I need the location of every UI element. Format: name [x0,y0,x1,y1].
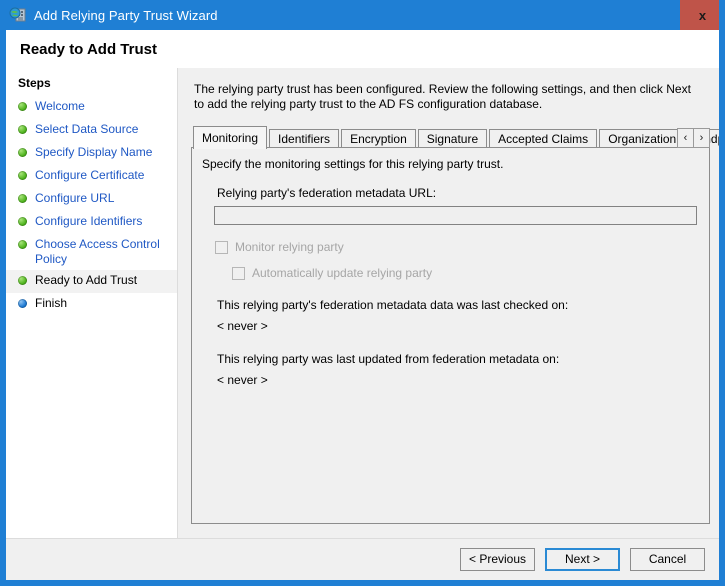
sidebar-item-finish[interactable]: Finish [6,293,177,316]
tab-encryption[interactable]: Encryption [341,129,416,148]
tab-monitoring[interactable]: Monitoring [193,126,268,149]
intro-text: The relying party trust has been configu… [194,82,691,111]
tab-scroll-buttons: ‹ › [677,128,710,148]
step-bullet-icon [18,276,27,285]
sidebar-item-label: Select Data Source [35,122,139,136]
monitor-relying-party-label: Monitor relying party [235,240,344,254]
monitor-relying-party-checkbox[interactable] [215,240,228,254]
monitoring-instruction: Specify the monitoring settings for this… [202,157,504,171]
step-bullet-icon [18,171,27,180]
window-title: Add Relying Party Trust Wizard [34,7,218,23]
tab-organization[interactable]: Organization [599,129,686,148]
content-pane: The relying party trust has been configu… [178,68,719,580]
steps-heading: Steps [18,76,51,90]
sidebar-item-label: Choose Access Control Policy [35,237,160,266]
auto-update-relying-party-label: Automatically update relying party [252,266,433,280]
federation-metadata-url-label: Relying party's federation metadata URL: [217,186,437,200]
cancel-button[interactable]: Cancel [630,548,705,571]
sidebar-item-label: Specify Display Name [35,145,153,159]
wizard-window: Add Relying Party Trust Wizard x Ready t… [0,0,725,586]
settings-tab-control: Monitoring Identifiers Encryption Signat… [191,125,719,525]
sidebar-item-specify-display-name[interactable]: Specify Display Name [6,142,177,165]
title-bar: Add Relying Party Trust Wizard x [6,0,719,30]
sidebar-item-label: Finish [35,296,68,310]
last-checked-label: This relying party's federation metadata… [217,298,569,312]
step-bullet-icon [18,217,27,226]
wizard-body: Steps Welcome Select Data Source Specify… [6,68,719,580]
tab-signature[interactable]: Signature [417,129,488,148]
tab-scroll-left-icon[interactable]: ‹ [677,128,694,148]
adfs-relying-party-icon [9,6,27,24]
step-bullet-icon [18,240,27,249]
sidebar-item-select-data-source[interactable]: Select Data Source [6,119,177,142]
tab-strip: Monitoring Identifiers Encryption Signat… [191,125,719,149]
footer-button-group: < Previous Next > Cancel [460,548,705,571]
sidebar-item-label: Welcome [35,99,85,113]
wizard-footer: < Previous Next > Cancel [6,538,719,580]
step-bullet-icon [18,299,27,308]
monitoring-tab-page: Specify the monitoring settings for this… [191,147,710,524]
sidebar-item-welcome[interactable]: Welcome [6,96,177,119]
last-checked-value: < never > [217,319,268,333]
close-button[interactable]: x [680,0,719,30]
auto-update-relying-party-row[interactable]: Automatically update relying party [192,266,709,280]
sidebar-item-label: Configure URL [35,191,115,205]
sidebar-item-configure-certificate[interactable]: Configure Certificate [6,165,177,188]
last-updated-value: < never > [217,373,268,387]
step-bullet-icon [18,194,27,203]
wizard-header: Ready to Add Trust [6,30,719,68]
monitor-relying-party-row[interactable]: Monitor relying party [192,240,709,254]
sidebar-item-label: Configure Identifiers [35,214,143,228]
tab-scroll-right-icon[interactable]: › [693,128,710,148]
previous-button[interactable]: < Previous [460,548,535,571]
sidebar-item-configure-url[interactable]: Configure URL [6,188,177,211]
auto-update-relying-party-checkbox[interactable] [232,266,245,280]
step-bullet-icon [18,148,27,157]
sidebar-item-label: Ready to Add Trust [35,273,138,287]
sidebar-item-label: Configure Certificate [35,168,145,182]
next-button[interactable]: Next > [545,548,620,571]
federation-metadata-url-input[interactable] [214,206,697,225]
page-title: Ready to Add Trust [20,40,157,58]
step-bullet-icon [18,102,27,111]
tab-identifiers[interactable]: Identifiers [269,129,340,148]
last-updated-label: This relying party was last updated from… [217,352,560,366]
step-bullet-icon [18,125,27,134]
sidebar-item-ready-to-add-trust[interactable]: Ready to Add Trust [6,270,177,293]
sidebar-item-choose-access-control-policy[interactable]: Choose Access Control Policy [6,234,177,270]
sidebar-item-configure-identifiers[interactable]: Configure Identifiers [6,211,177,234]
tab-accepted-claims[interactable]: Accepted Claims [489,129,598,148]
steps-sidebar: Steps Welcome Select Data Source Specify… [6,68,178,580]
